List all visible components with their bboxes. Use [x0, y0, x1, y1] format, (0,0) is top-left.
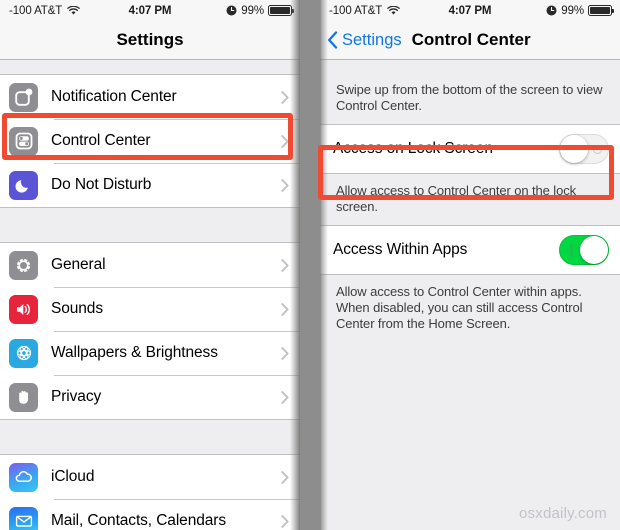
- back-button-label: Settings: [342, 30, 402, 49]
- chevron-right-icon: [281, 470, 289, 484]
- sidebar-item-label: Control Center: [51, 132, 151, 149]
- general-gear-icon: [9, 250, 38, 280]
- toggle-access-within-apps[interactable]: [559, 235, 609, 265]
- sidebar-item-wallpapers-brightness[interactable]: Wallpapers & Brightness: [0, 331, 300, 375]
- toggle-access-on-lock-screen[interactable]: [559, 134, 609, 164]
- list-spacer: [0, 60, 300, 74]
- list-spacer: [0, 420, 300, 454]
- footer-note-lock-screen: Allow access to Control Center on the lo…: [336, 183, 577, 214]
- intro-note: Swipe up from the bottom of the screen t…: [336, 82, 603, 113]
- sidebar-item-label: iCloud: [51, 468, 95, 485]
- chevron-right-icon: [281, 134, 289, 148]
- list-spacer: [0, 208, 300, 242]
- chevron-right-icon: [281, 258, 289, 272]
- nav-bar-left: Settings: [0, 21, 300, 60]
- chevron-right-icon: [281, 346, 289, 360]
- sidebar-item-general[interactable]: General: [0, 243, 300, 287]
- page-title: Control Center: [411, 30, 531, 49]
- wallpapers-brightness-icon: [9, 338, 38, 368]
- mail-icon: [9, 506, 38, 530]
- chevron-right-icon: [281, 178, 289, 192]
- right-phone-screen: -100 AT&T 4:07 PM 99% Settings Control C…: [320, 0, 620, 530]
- chevron-right-icon: [281, 514, 289, 528]
- do-not-disturb-icon: [9, 170, 38, 200]
- panel-divider: [300, 0, 320, 530]
- sidebar-item-sounds[interactable]: Sounds: [0, 287, 300, 331]
- back-button[interactable]: Settings: [320, 31, 402, 50]
- setting-label: Access Within Apps: [333, 241, 468, 258]
- control-center-icon: [9, 126, 38, 156]
- sidebar-item-control-center[interactable]: Control Center: [0, 119, 300, 163]
- notification-center-icon: [9, 82, 38, 112]
- page-title: Settings: [116, 30, 184, 49]
- sidebar-item-notification-center[interactable]: Notification Center: [0, 75, 300, 119]
- sounds-speaker-icon: [9, 294, 38, 324]
- chevron-right-icon: [281, 302, 289, 316]
- dual-screenshot-container: -100 AT&T 4:07 PM 99% Settings Notificat…: [0, 0, 620, 530]
- settings-group-3: iCloud Mail, Contacts, Calendars: [0, 454, 300, 530]
- row-access-on-lock-screen[interactable]: Access on Lock Screen: [320, 125, 620, 173]
- chevron-right-icon: [281, 90, 289, 104]
- clock-label: 4:07 PM: [448, 4, 492, 17]
- nav-bar-right: Settings Control Center: [320, 21, 620, 60]
- privacy-hand-icon: [9, 382, 38, 412]
- status-bar-left: -100 AT&T 4:07 PM 99%: [0, 0, 300, 21]
- row-access-within-apps[interactable]: Access Within Apps: [320, 226, 620, 274]
- left-phone-screen: -100 AT&T 4:07 PM 99% Settings Notificat…: [0, 0, 300, 530]
- sidebar-item-label: Privacy: [51, 388, 102, 405]
- clock-label: 4:07 PM: [128, 4, 172, 17]
- sidebar-item-label: Sounds: [51, 300, 103, 317]
- icloud-icon: [9, 462, 38, 492]
- setting-label: Access on Lock Screen: [333, 140, 493, 157]
- sidebar-item-label: Do Not Disturb: [51, 176, 152, 193]
- settings-group-2: General Sounds Wallpapers & Brightness P…: [0, 242, 300, 420]
- battery-icon: [588, 5, 614, 16]
- settings-group-1: Notification Center Control Center Do No…: [0, 74, 300, 208]
- sidebar-item-label: General: [51, 256, 106, 273]
- sidebar-item-do-not-disturb[interactable]: Do Not Disturb: [0, 163, 300, 207]
- status-bar-right: -100 AT&T 4:07 PM 99%: [320, 0, 620, 21]
- chevron-left-icon: [328, 31, 338, 49]
- setting-group-lock-screen: Access on Lock Screen: [320, 124, 620, 174]
- sidebar-item-label: Wallpapers & Brightness: [51, 344, 218, 361]
- chevron-right-icon: [281, 390, 289, 404]
- sidebar-item-label: Notification Center: [51, 88, 177, 105]
- battery-icon: [268, 5, 294, 16]
- setting-group-within-apps: Access Within Apps: [320, 225, 620, 275]
- footer-note-within-apps: Allow access to Control Center within ap…: [336, 284, 583, 331]
- sidebar-item-icloud[interactable]: iCloud: [0, 455, 300, 499]
- sidebar-item-mail-contacts-calendars[interactable]: Mail, Contacts, Calendars: [0, 499, 300, 530]
- sidebar-item-privacy[interactable]: Privacy: [0, 375, 300, 419]
- sidebar-item-label: Mail, Contacts, Calendars: [51, 512, 226, 529]
- watermark: osxdaily.com: [519, 505, 607, 522]
